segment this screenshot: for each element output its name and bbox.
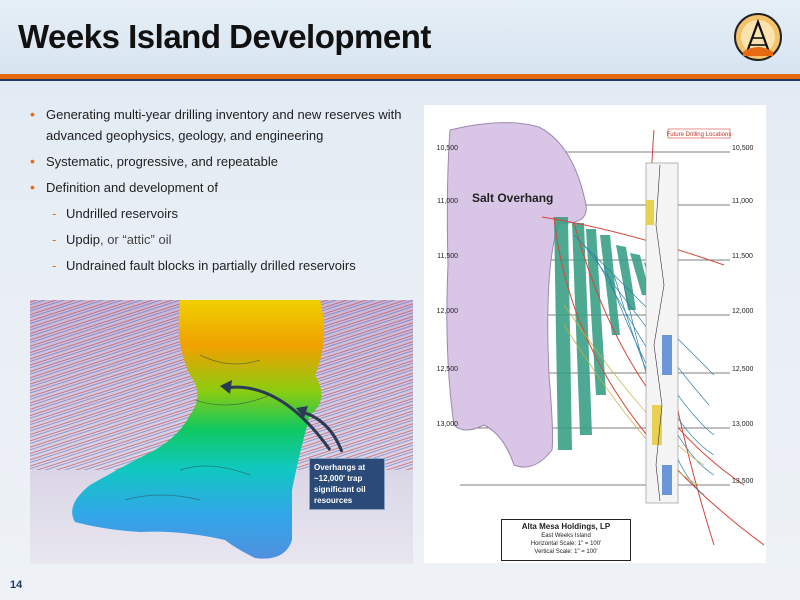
legend-vertical-scale: Vertical Scale: 1" = 100': [534, 549, 598, 555]
depth-label-left: 10,500: [437, 145, 459, 152]
depth-label-left: 11,500: [437, 253, 458, 260]
depth-label-right: 12,500: [732, 366, 754, 373]
future-drilling-label: Future Drilling Locations: [667, 132, 732, 138]
sub-bullet-text: Updip: [66, 232, 100, 247]
header-rule-dark: [0, 79, 800, 81]
bullet-item: Generating multi-year drilling inventory…: [30, 104, 410, 146]
cross-section-diagram: Future Drilling Locations Salt Overhang …: [437, 122, 765, 546]
depth-label-right: 13,500: [732, 478, 754, 485]
company-logo-icon: [734, 13, 782, 61]
bullet-item: Systematic, progressive, and repeatable: [30, 151, 410, 172]
depth-label-right: 10,500: [732, 145, 754, 152]
cross-section-legend: Alta Mesa Holdings, LP East Weeks Island…: [501, 519, 631, 561]
bullet-list: Generating multi-year drilling inventory…: [30, 104, 410, 281]
sub-bullet-item: Undrained fault blocks in partially dril…: [30, 255, 410, 276]
legend-company: Alta Mesa Holdings, LP: [521, 522, 611, 531]
depth-label-left: 11,000: [437, 198, 458, 205]
depth-label-right: 11,500: [732, 253, 753, 260]
depth-label-left: 12,500: [437, 366, 459, 373]
cross-section-panel: Future Drilling Locations Salt Overhang …: [424, 105, 766, 563]
sub-bullet-text-muted: , or “attic” oil: [99, 232, 172, 247]
depth-label-right: 11,000: [732, 198, 753, 205]
salt-overhang-label: Salt Overhang: [472, 191, 553, 205]
bullet-item: Definition and development of: [30, 177, 410, 198]
depth-label-right: 13,000: [732, 421, 754, 428]
depth-label-left: 12,000: [437, 308, 459, 315]
depth-label-left: 13,000: [437, 421, 459, 428]
slide-title: Weeks Island Development: [18, 18, 431, 55]
slide-header: Weeks Island Development: [0, 0, 800, 74]
legend-field: East Weeks Island: [541, 533, 591, 539]
sub-bullet-item: Updip, or “attic” oil: [30, 229, 410, 250]
depth-label-right: 12,000: [732, 308, 754, 315]
salt-dome-3d-image: [30, 300, 413, 564]
sub-bullet-item: Undrilled reservoirs: [30, 203, 410, 224]
legend-horizontal-scale: Horizontal Scale: 1" = 100': [530, 541, 602, 547]
overhang-callout: Overhangs at ~12,000' trap significant o…: [309, 458, 385, 510]
page-number: 14: [10, 579, 23, 591]
